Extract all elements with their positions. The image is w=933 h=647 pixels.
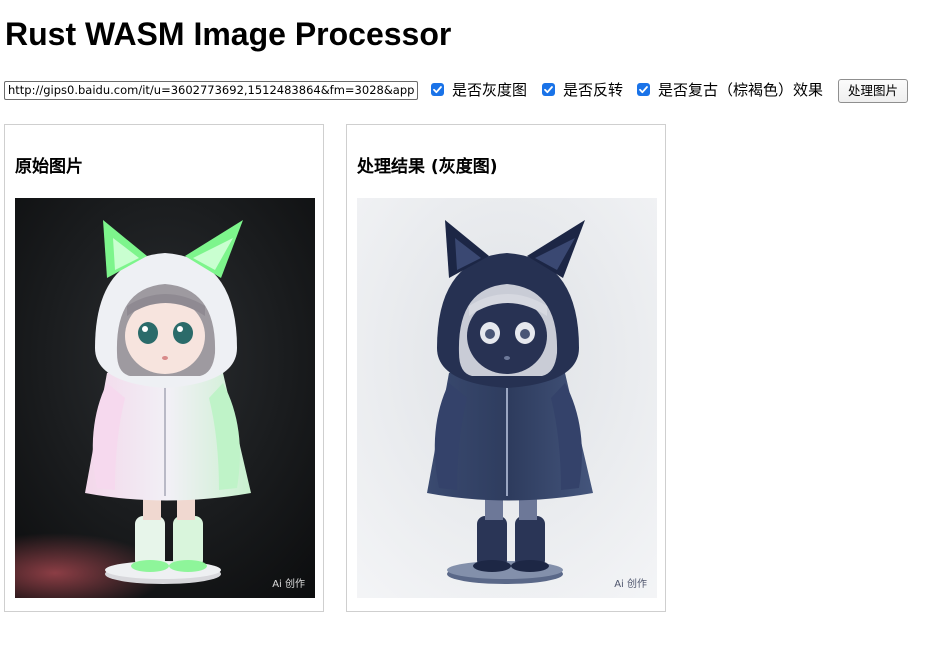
result-panel-title: 处理结果 (灰度图)	[357, 157, 498, 177]
invert-checkbox[interactable]	[542, 83, 555, 96]
grayscale-checkbox[interactable]	[431, 83, 444, 96]
original-panel-title: 原始图片	[15, 157, 83, 177]
sepia-label: 是否复古（棕褐色）效果	[658, 81, 824, 99]
check-icon	[544, 86, 553, 94]
grayscale-label: 是否灰度图	[452, 81, 528, 99]
watermark-text: Ai 创作	[614, 579, 647, 590]
process-image-button[interactable]: 处理图片	[838, 79, 908, 103]
result-image-panel: 处理结果 (灰度图) Ai 创作	[346, 124, 666, 612]
sepia-checkbox[interactable]	[637, 83, 650, 96]
watermark-text: Ai 创作	[272, 579, 305, 590]
controls-bar: 是否灰度图 是否反转 是否复古（棕褐色）效果 处理图片	[4, 79, 928, 103]
page-title: Rust WASM Image Processor	[5, 16, 452, 52]
check-icon	[433, 86, 442, 94]
check-icon	[639, 86, 648, 94]
page: Rust WASM Image Processor 是否灰度图 是否反转 是否复…	[0, 0, 933, 647]
processed-image: Ai 创作	[357, 198, 657, 598]
figure-girl-image	[15, 198, 315, 598]
image-url-input[interactable]	[4, 81, 418, 100]
original-image: Ai 创作	[15, 198, 315, 598]
figure-girl-inverted-image	[357, 198, 657, 598]
invert-label: 是否反转	[563, 81, 624, 99]
original-image-panel: 原始图片 Ai 创作	[4, 124, 324, 612]
